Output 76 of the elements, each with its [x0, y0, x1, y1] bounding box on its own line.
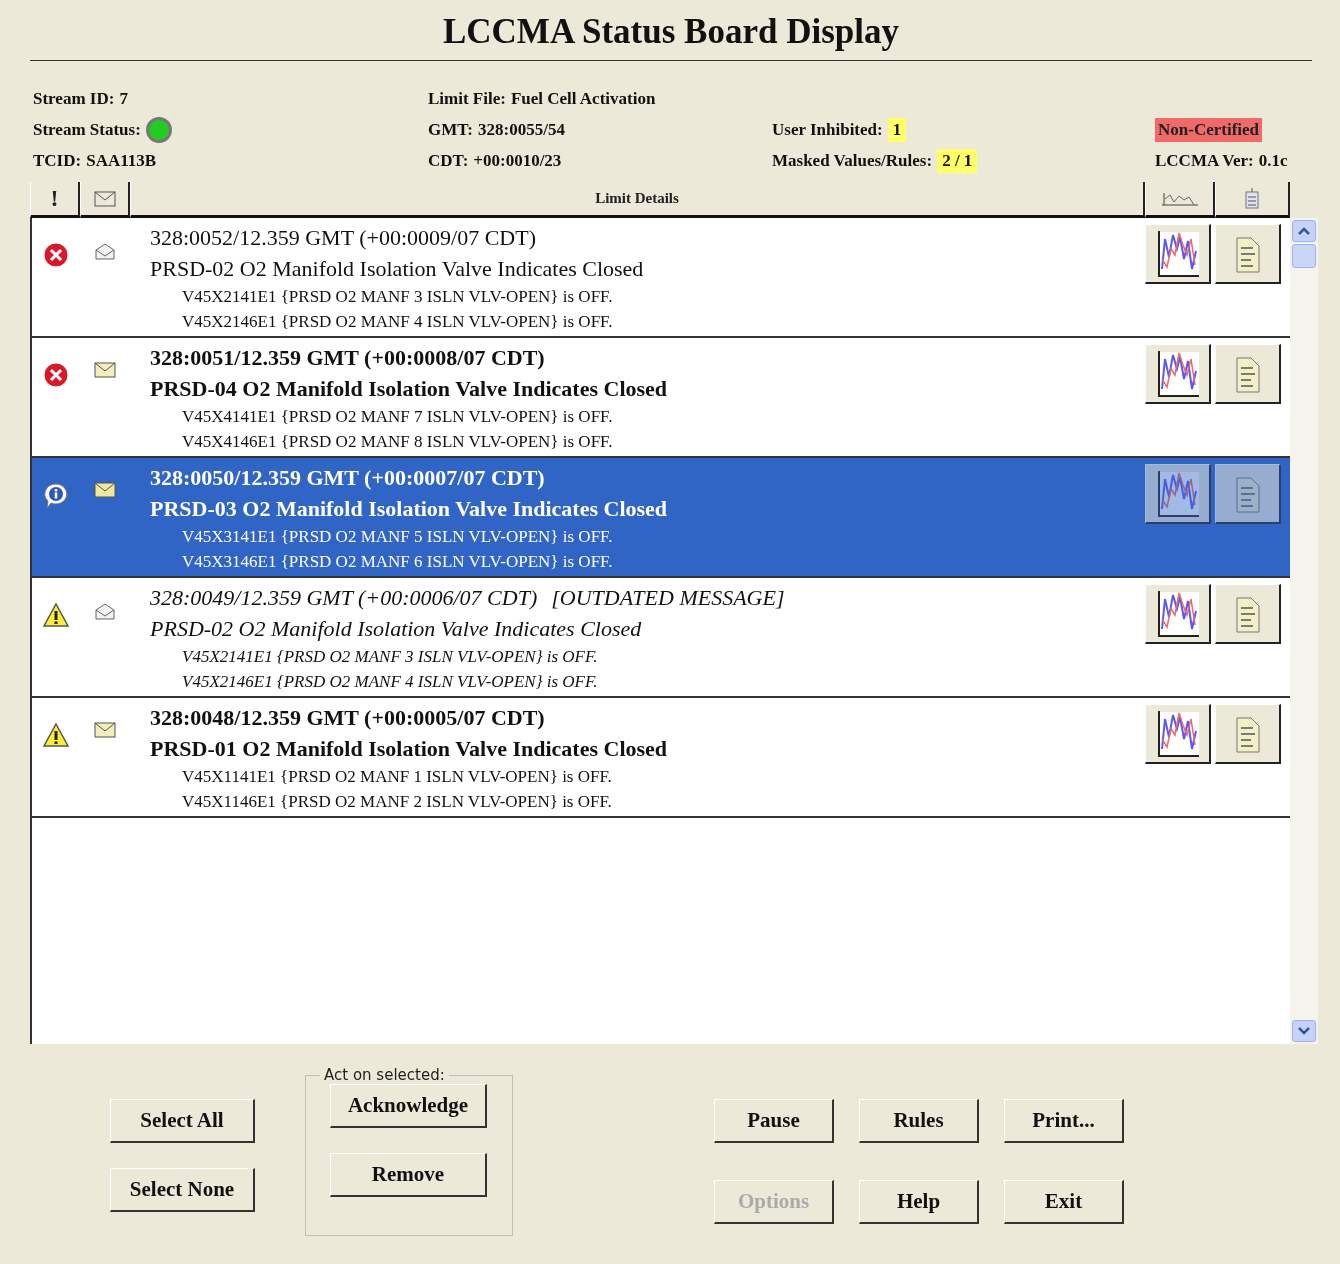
open-envelope-icon — [94, 242, 116, 260]
message-title: PRSD-04 O2 Manifold Isolation Valve Indicates Closed — [150, 375, 668, 403]
message-title: PRSD-01 O2 Manifold Isolation Valve Indicates Closed — [150, 735, 668, 763]
message-detail: V45X3141E1 {PRSD O2 MANF 5 ISLN VLV-OPEN} is OFF. — [181, 526, 614, 548]
message-detail: V45X4141E1 {PRSD O2 MANF 7 ISLN VLV-OPEN} is OFF. — [181, 406, 614, 428]
action-button[interactable]: Rules — [859, 1099, 979, 1143]
info-value: 1 — [887, 117, 907, 142]
message-detail: V45X2146E1 {PRSD O2 MANF 4 ISLN VLV-OPEN} is OFF. — [181, 311, 614, 333]
info-label: LCCMA Ver: — [1155, 150, 1254, 171]
action-button[interactable]: Exit — [1004, 1180, 1124, 1224]
action-button[interactable]: Help — [859, 1180, 979, 1224]
certification-badge: Non-Certified — [1155, 117, 1263, 142]
info-label: Stream Status: — [33, 119, 141, 140]
warning-icon — [42, 602, 70, 628]
message-detail: V45X1146E1 {PRSD O2 MANF 2 ISLN VLV-OPEN} is OFF. — [181, 791, 613, 813]
window-title: LCCMA Status Board Display — [30, 8, 1312, 61]
message-time: 328:0050/12.359 GMT (+00:0007/07 CDT) — [150, 464, 545, 492]
message-time: 328:0052/12.359 GMT (+00:0009/07 CDT) — [150, 224, 536, 252]
action-button[interactable]: Pause — [714, 1099, 834, 1143]
info-label: User Inhibited: — [772, 119, 883, 140]
info-icon — [42, 482, 70, 510]
open-envelope-icon — [94, 602, 116, 620]
info-value: 7 — [119, 88, 128, 109]
details-button[interactable] — [1215, 224, 1281, 284]
plot-button[interactable] — [1145, 224, 1211, 284]
details-button[interactable] — [1215, 344, 1281, 404]
info-value: 328:0055/54 — [478, 119, 565, 140]
info-label: Masked Values/Rules: — [772, 150, 933, 171]
group-legend: Act on selected: — [320, 1066, 449, 1084]
scrollbar-thumb[interactable] — [1292, 244, 1316, 268]
message-detail: V45X1141E1 {PRSD O2 MANF 1 ISLN VLV-OPEN} is OFF. — [181, 766, 613, 788]
message-time: 328:0051/12.359 GMT (+00:0008/07 CDT) — [150, 344, 545, 372]
action-button[interactable]: Print... — [1004, 1099, 1124, 1143]
message-detail: V45X2141E1 {PRSD O2 MANF 3 ISLN VLV-OPEN} is OFF. — [181, 646, 599, 668]
message-detail: V45X3146E1 {PRSD O2 MANF 6 ISLN VLV-OPEN} is OFF. — [181, 551, 614, 573]
action-button[interactable]: Select All — [110, 1099, 255, 1143]
scroll-down-button[interactable] — [1292, 1020, 1316, 1042]
info-label: TCID: — [33, 150, 82, 171]
plot-button[interactable] — [1145, 704, 1211, 764]
chevron-down-icon — [1298, 1027, 1310, 1035]
info-value: 2 / 1 — [937, 148, 978, 173]
info-value: +00:0010/23 — [473, 150, 562, 171]
info-label: GMT: — [428, 119, 473, 140]
message-time: 328:0048/12.359 GMT (+00:0005/07 CDT) — [150, 704, 545, 732]
scroll-up-button[interactable] — [1292, 220, 1316, 242]
message-title: PRSD-03 O2 Manifold Isolation Valve Indicates Closed — [150, 495, 668, 523]
info-value: 0.1c — [1258, 150, 1288, 171]
message-detail: V45X2141E1 {PRSD O2 MANF 3 ISLN VLV-OPEN} is OFF. — [181, 286, 614, 308]
document-icon — [1244, 187, 1260, 210]
action-button[interactable]: Remove — [330, 1153, 487, 1197]
warning-icon — [42, 722, 70, 748]
error-icon — [43, 242, 69, 268]
message-time: 328:0049/12.359 GMT (+00:0006/07 CDT) — [150, 584, 538, 612]
message-detail: V45X2146E1 {PRSD O2 MANF 4 ISLN VLV-OPEN} is OFF. — [181, 671, 599, 693]
message-title: PRSD-02 O2 Manifold Isolation Valve Indicates Closed — [150, 615, 642, 643]
envelope-icon — [94, 722, 116, 738]
envelope-icon — [94, 362, 116, 378]
chevron-up-icon — [1298, 227, 1310, 235]
envelope-icon — [93, 190, 116, 207]
info-value: Fuel Cell Activation — [510, 88, 656, 109]
action-button[interactable]: Select None — [110, 1168, 255, 1212]
info-label: Stream ID: — [33, 88, 115, 109]
chart-icon — [1159, 190, 1200, 207]
plot-button[interactable] — [1145, 584, 1211, 644]
details-button[interactable] — [1215, 584, 1281, 644]
details-button[interactable] — [1215, 704, 1281, 764]
plot-button[interactable] — [1145, 344, 1211, 404]
info-label: Limit File: — [428, 88, 506, 109]
error-icon — [43, 362, 69, 388]
action-button[interactable]: Acknowledge — [330, 1084, 487, 1128]
info-label: CDT: — [428, 150, 469, 171]
message-title: PRSD-02 O2 Manifold Isolation Valve Indicates Closed — [150, 255, 644, 283]
outdated-note: [OUTDATED MESSAGE] — [551, 584, 785, 612]
info-value: SAA113B — [86, 150, 157, 171]
envelope-icon — [94, 482, 116, 498]
message-detail: V45X4146E1 {PRSD O2 MANF 8 ISLN VLV-OPEN} is OFF. — [181, 431, 614, 453]
